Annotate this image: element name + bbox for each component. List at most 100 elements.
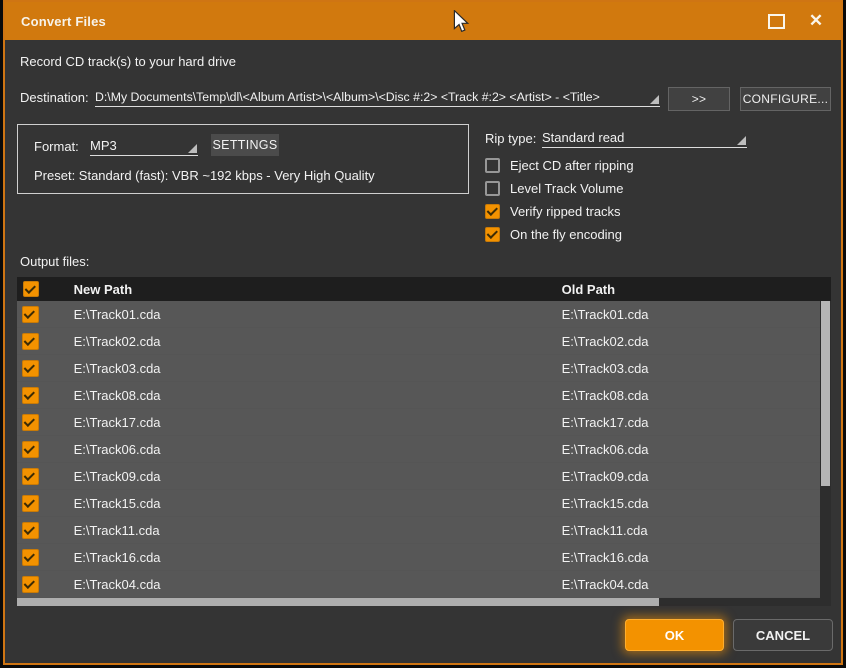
check-icon (24, 389, 35, 400)
vertical-scrollbar[interactable] (820, 301, 831, 598)
close-button[interactable]: ✕ (803, 8, 829, 34)
maximize-icon (768, 14, 785, 29)
table-row[interactable]: E:\Track15.cda E:\Track15.cda (17, 490, 820, 517)
destination-combo[interactable]: D:\My Documents\Temp\dl\<Album Artist>\<… (95, 86, 660, 107)
table-row[interactable]: E:\Track17.cda E:\Track17.cda (17, 409, 820, 436)
table-row[interactable]: E:\Track03.cda E:\Track03.cda (17, 355, 820, 382)
row-old-path: E:\Track09.cda (562, 469, 649, 484)
row-checkbox[interactable] (22, 495, 39, 512)
row-new-path: E:\Track04.cda (74, 577, 161, 592)
output-files-label: Output files: (20, 254, 89, 269)
option-label: On the fly encoding (510, 227, 622, 242)
check-icon (24, 497, 35, 508)
cancel-button[interactable]: CANCEL (733, 619, 833, 651)
table-row[interactable]: E:\Track02.cda E:\Track02.cda (17, 328, 820, 355)
row-new-path: E:\Track17.cda (74, 415, 161, 430)
row-old-path: E:\Track04.cda (562, 577, 649, 592)
check-icon (24, 443, 35, 454)
row-checkbox[interactable] (22, 468, 39, 485)
check-icon (24, 470, 35, 481)
row-old-path: E:\Track16.cda (562, 550, 649, 565)
rip-option[interactable]: Verify ripped tracks (485, 203, 621, 219)
destination-label: Destination: (20, 90, 89, 105)
row-old-path: E:\Track15.cda (562, 496, 649, 511)
option-checkbox[interactable] (485, 181, 500, 196)
format-groupbox: Format: MP3 SETTINGS Preset: Standard (f… (17, 124, 469, 194)
row-checkbox[interactable] (22, 360, 39, 377)
check-icon (24, 362, 35, 373)
destination-value: D:\My Documents\Temp\dl\<Album Artist>\<… (95, 90, 600, 106)
row-checkbox[interactable] (22, 549, 39, 566)
list-header[interactable]: New Path Old Path (17, 277, 831, 301)
row-checkbox[interactable] (22, 306, 39, 323)
dropdown-triangle-icon (650, 95, 659, 104)
table-row[interactable]: E:\Track09.cda E:\Track09.cda (17, 463, 820, 490)
row-old-path: E:\Track08.cda (562, 388, 649, 403)
check-icon (486, 205, 497, 216)
row-new-path: E:\Track01.cda (74, 307, 161, 322)
configure-button[interactable]: CONFIGURE... (740, 87, 831, 111)
maximize-button[interactable] (763, 8, 789, 34)
preset-text: Preset: Standard (fast): VBR ~192 kbps -… (34, 168, 375, 183)
check-icon (24, 416, 35, 427)
window-controls: ✕ (763, 8, 841, 34)
check-icon (24, 308, 35, 319)
row-checkbox[interactable] (22, 387, 39, 404)
table-row[interactable]: E:\Track08.cda E:\Track08.cda (17, 382, 820, 409)
dropdown-triangle-icon (188, 144, 197, 153)
check-icon (486, 228, 497, 239)
row-old-path: E:\Track06.cda (562, 442, 649, 457)
row-new-path: E:\Track16.cda (74, 550, 161, 565)
horizontal-scrollbar-thumb[interactable] (17, 598, 659, 606)
option-checkbox[interactable] (485, 204, 500, 219)
row-checkbox[interactable] (22, 522, 39, 539)
select-all-checkbox[interactable] (23, 281, 39, 297)
rip-type-label: Rip type: (485, 131, 536, 146)
column-header-new-path[interactable]: New Path (74, 282, 133, 297)
rip-type-value: Standard read (542, 130, 624, 147)
table-row[interactable]: E:\Track16.cda E:\Track16.cda (17, 544, 820, 571)
option-label: Eject CD after ripping (510, 158, 634, 173)
window-title: Convert Files (5, 14, 106, 29)
row-checkbox[interactable] (22, 576, 39, 593)
check-icon (24, 524, 35, 535)
row-old-path: E:\Track17.cda (562, 415, 649, 430)
format-label: Format: (34, 139, 79, 154)
rip-type-combo[interactable]: Standard read (542, 127, 747, 148)
row-new-path: E:\Track06.cda (74, 442, 161, 457)
row-new-path: E:\Track02.cda (74, 334, 161, 349)
close-icon: ✕ (809, 11, 823, 31)
table-row[interactable]: E:\Track11.cda E:\Track11.cda (17, 517, 820, 544)
convert-files-dialog: Convert Files ✕ Record CD track(s) to yo… (3, 0, 843, 665)
row-new-path: E:\Track08.cda (74, 388, 161, 403)
row-checkbox[interactable] (22, 441, 39, 458)
dialog-content: Record CD track(s) to your hard drive De… (5, 40, 841, 663)
table-row[interactable]: E:\Track01.cda E:\Track01.cda (17, 301, 820, 328)
row-new-path: E:\Track03.cda (74, 361, 161, 376)
output-rows: E:\Track01.cda E:\Track01.cda E:\Track02… (17, 301, 820, 598)
settings-button[interactable]: SETTINGS (211, 134, 279, 156)
table-row[interactable]: E:\Track04.cda E:\Track04.cda (17, 571, 820, 598)
row-checkbox[interactable] (22, 333, 39, 350)
row-new-path: E:\Track11.cda (74, 523, 160, 538)
vertical-scrollbar-thumb[interactable] (821, 301, 830, 486)
output-files-list: New Path Old Path E:\Track01.cda E:\Trac… (17, 277, 831, 606)
rip-option[interactable]: Eject CD after ripping (485, 157, 634, 173)
rip-option[interactable]: On the fly encoding (485, 226, 622, 242)
row-checkbox[interactable] (22, 414, 39, 431)
column-header-old-path[interactable]: Old Path (562, 282, 615, 297)
subtitle-text: Record CD track(s) to your hard drive (20, 54, 236, 69)
row-old-path: E:\Track02.cda (562, 334, 649, 349)
horizontal-scrollbar[interactable] (17, 598, 831, 606)
format-combo[interactable]: MP3 (90, 135, 198, 156)
option-checkbox[interactable] (485, 227, 500, 242)
rip-option[interactable]: Level Track Volume (485, 180, 623, 196)
browse-button[interactable]: >> (668, 87, 730, 111)
check-icon (24, 551, 35, 562)
option-checkbox[interactable] (485, 158, 500, 173)
row-old-path: E:\Track01.cda (562, 307, 649, 322)
titlebar[interactable]: Convert Files ✕ (5, 2, 841, 40)
table-row[interactable]: E:\Track06.cda E:\Track06.cda (17, 436, 820, 463)
dropdown-triangle-icon (737, 136, 746, 145)
ok-button[interactable]: OK (625, 619, 724, 651)
